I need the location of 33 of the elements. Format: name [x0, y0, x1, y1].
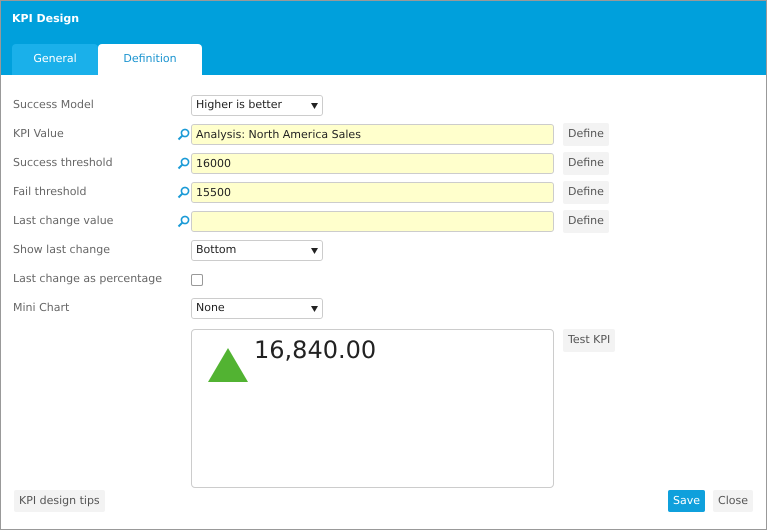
field-label: Last change as percentage — [13, 271, 163, 288]
search-icon[interactable] — [176, 186, 190, 199]
field-label: Fail threshold — [13, 184, 88, 200]
input-field[interactable]: Analysis: North America Sales — [191, 124, 554, 145]
define-button[interactable]: Define — [563, 152, 609, 175]
caret-icon — [311, 306, 318, 312]
tab[interactable]: Definition — [98, 44, 202, 75]
input-field[interactable] — [191, 211, 554, 232]
input-field[interactable]: 15500 — [191, 182, 554, 203]
window-title: KPI Design — [12, 11, 80, 27]
close-button[interactable]: Close — [713, 490, 753, 512]
define-button[interactable]: Define — [563, 123, 609, 146]
field-label: Success threshold — [13, 155, 114, 172]
define-button[interactable]: Define — [563, 210, 609, 233]
caret-icon — [311, 248, 318, 254]
dropdown[interactable]: Higher is better — [191, 95, 323, 116]
test-kpi-button[interactable]: Test KPI — [563, 329, 616, 352]
checkbox[interactable] — [191, 274, 203, 286]
dropdown[interactable]: None — [191, 298, 323, 319]
tips-button[interactable]: KPI design tips — [14, 490, 105, 512]
search-icon[interactable] — [176, 128, 190, 141]
field-label: Show last change — [13, 242, 111, 258]
search-icon[interactable] — [176, 215, 190, 228]
dropdown[interactable]: Bottom — [191, 240, 323, 261]
input-field[interactable]: 16000 — [191, 153, 554, 174]
kpi-value: 16,840.00 — [254, 338, 376, 362]
field-label: Success Model — [13, 97, 95, 114]
field-label: KPI Value — [13, 126, 65, 142]
define-button[interactable]: Define — [563, 181, 609, 204]
caret-icon — [311, 102, 318, 108]
search-icon[interactable] — [176, 157, 190, 170]
field-label: Mini Chart — [13, 300, 70, 316]
field-label: Last change value — [13, 213, 114, 230]
